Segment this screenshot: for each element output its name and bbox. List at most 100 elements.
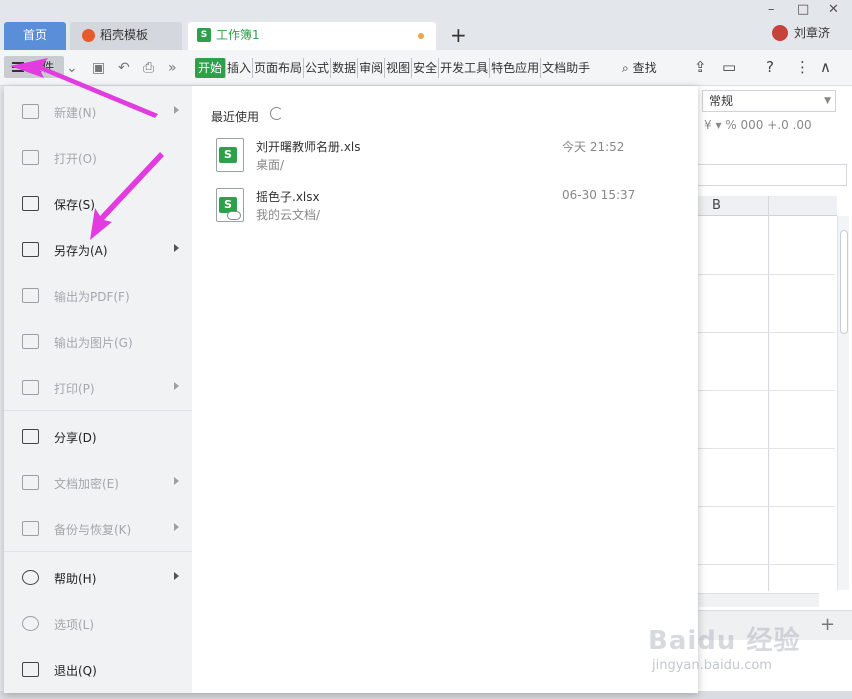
recent-file-item[interactable]: S 刘开曙教师名册.xls 桌面/ 今天 21:52: [216, 138, 636, 182]
recent-file-time: 06-30 15:37: [562, 188, 636, 202]
menu-item-print[interactable]: 打印(P): [4, 368, 192, 408]
menu-item-label: 打开(O): [54, 152, 97, 166]
submenu-arrow-icon: [174, 523, 179, 531]
unsaved-dot-icon: [418, 33, 424, 39]
refresh-icon[interactable]: [270, 107, 283, 120]
menu-item-export-pdf[interactable]: 输出为PDF(F): [4, 276, 192, 316]
horizontal-scrollbar[interactable]: [697, 593, 819, 607]
menu-item-encrypt[interactable]: 文档加密(E): [4, 463, 192, 503]
exit-icon: [22, 662, 39, 677]
share-icon[interactable]: ⇪: [694, 58, 707, 76]
menu-item-save[interactable]: 保存(S): [4, 184, 192, 224]
file-menu-list: 新建(N) 打开(O) 保存(S) 另存为(A) 输出为PDF(F) 输出为图片…: [4, 86, 192, 693]
ribbon-tab-view[interactable]: 视图: [385, 58, 413, 78]
ribbon-tab-insert[interactable]: 插入: [226, 58, 254, 78]
docer-logo-icon: [82, 29, 95, 42]
help-button[interactable]: ?: [766, 58, 774, 76]
new-tab-button[interactable]: +: [450, 22, 467, 48]
menu-item-open[interactable]: 打开(O): [4, 138, 192, 178]
ribbon-tab-data[interactable]: 数据: [331, 58, 359, 78]
number-format-select[interactable]: 常规 ▼: [702, 90, 836, 112]
print-icon[interactable]: ⎙: [143, 60, 154, 76]
ribbon-tab-page-layout[interactable]: 页面布局: [253, 58, 305, 78]
image-icon: [22, 334, 39, 349]
grid-line: [697, 390, 835, 391]
tab-bar: 首页 稻壳模板 S 工作簿1 + – □ ✕ 刘章济: [0, 0, 852, 50]
search-icon: ⌕: [622, 61, 629, 75]
toolbar: 文件 ⌄ ▣ ↶ ⎙ » 开始 插入 页面布局 公式 数据 审阅 视图 安全 开…: [0, 50, 852, 86]
tab-workbook[interactable]: S 工作簿1: [188, 22, 436, 50]
undo-icon[interactable]: ↶: [118, 60, 130, 76]
hamburger-icon: [12, 62, 24, 72]
cloud-spreadsheet-file-icon: S: [216, 188, 244, 222]
menu-item-save-as[interactable]: 另存为(A): [4, 230, 192, 270]
share-icon: [22, 429, 39, 444]
menu-item-label: 打印(P): [54, 382, 95, 396]
menu-item-backup[interactable]: 备份与恢复(K): [4, 509, 192, 549]
ribbon-tabs: 开始 插入 页面布局 公式 数据 审阅 视图 安全 开发工具 特色应用 文档助手: [195, 58, 591, 78]
file-menu-label: 文件: [30, 60, 55, 74]
folder-icon: [22, 150, 39, 165]
menu-item-share[interactable]: 分享(D): [4, 417, 192, 457]
recent-file-time: 今天 21:52: [562, 140, 625, 154]
save-icon: [22, 196, 39, 211]
file-menu-button[interactable]: 文件: [4, 56, 64, 78]
menu-item-exit[interactable]: 退出(Q): [4, 650, 192, 690]
restore-button[interactable]: □: [797, 2, 809, 17]
minimize-button[interactable]: –: [768, 2, 775, 17]
save-icon[interactable]: ▣: [92, 60, 105, 76]
menu-item-label: 退出(Q): [54, 664, 97, 678]
ribbon-tab-assistant[interactable]: 文档助手: [541, 58, 591, 78]
print-icon: [22, 380, 39, 395]
chevron-down-icon: ▼: [824, 96, 831, 106]
ribbon-tab-formula[interactable]: 公式: [304, 58, 332, 78]
recent-file-item[interactable]: S 摇色子.xlsx 我的云文档/ 06-30 15:37: [216, 188, 636, 232]
zoom-in-button[interactable]: +: [820, 614, 835, 635]
sync-icon[interactable]: ▭: [722, 58, 736, 76]
menu-item-help[interactable]: 帮助(H): [4, 558, 192, 598]
ribbon-tab-features[interactable]: 特色应用: [490, 58, 542, 78]
submenu-arrow-icon: [174, 382, 179, 390]
close-button[interactable]: ✕: [828, 2, 839, 17]
menu-divider: [4, 410, 192, 411]
spreadsheet-icon: S: [197, 28, 211, 42]
menu-item-export-image[interactable]: 输出为图片(G): [4, 322, 192, 362]
menu-item-label: 选项(L): [54, 618, 95, 632]
menu-item-label: 帮助(H): [54, 572, 97, 586]
search-button[interactable]: ⌕ 查找: [622, 59, 657, 76]
menu-divider: [4, 551, 192, 552]
user-account[interactable]: 刘章济: [772, 24, 830, 44]
help-icon: [22, 570, 39, 585]
scrollbar-thumb[interactable]: [840, 230, 848, 334]
column-header-b[interactable]: B: [712, 198, 721, 213]
menu-item-label: 输出为图片(G): [54, 336, 133, 350]
more-options-icon[interactable]: ⋮: [795, 58, 810, 76]
menu-item-new[interactable]: 新建(N): [4, 92, 192, 132]
more-chevron-icon[interactable]: »: [168, 60, 177, 76]
grid-line: [768, 196, 769, 591]
recent-files-title: 最近使用: [211, 110, 260, 124]
baidu-watermark: Baidu 经验: [648, 626, 801, 656]
number-format-value: 常规: [709, 94, 734, 108]
ribbon-tab-review[interactable]: 审阅: [358, 58, 386, 78]
baidu-watermark-url: jingyan.baidu.com: [652, 658, 772, 673]
formula-bar[interactable]: [697, 164, 847, 186]
ribbon-tab-developer[interactable]: 开发工具: [439, 58, 491, 78]
recent-file-name: 摇色子.xlsx: [256, 190, 320, 204]
grid-line: [697, 332, 835, 333]
tab-home[interactable]: 首页: [4, 22, 66, 50]
ribbon-tab-start[interactable]: 开始: [195, 58, 227, 78]
ribbon-tab-security[interactable]: 安全: [412, 58, 440, 78]
number-format-icons[interactable]: ¥ ▾ % 000 +.0 .00: [704, 118, 812, 132]
menu-item-label: 另存为(A): [54, 244, 108, 258]
tab-template[interactable]: 稻壳模板: [70, 22, 182, 50]
lock-document-icon: [22, 475, 39, 490]
gear-icon: [22, 616, 39, 631]
submenu-arrow-icon: [174, 106, 179, 114]
collapse-ribbon-icon[interactable]: ∧: [820, 58, 831, 76]
menu-item-options[interactable]: 选项(L): [4, 604, 192, 644]
vertical-scrollbar[interactable]: [837, 216, 849, 590]
pdf-icon: [22, 288, 39, 303]
recent-file-path: 我的云文档/: [256, 208, 321, 222]
chevron-down-icon[interactable]: ⌄: [66, 60, 78, 76]
